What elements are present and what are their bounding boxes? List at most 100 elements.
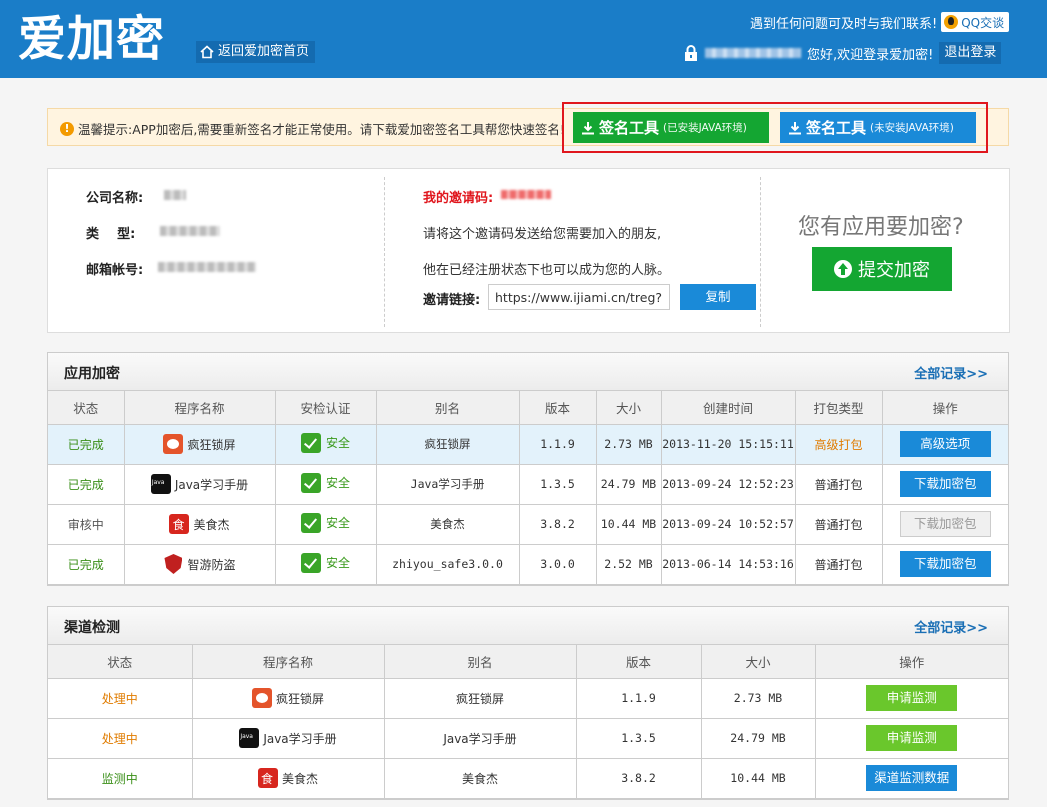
column-header: 安检认证 (275, 391, 377, 425)
encrypt-table: 状态 程序名称 安检认证 别名 版本 大小 创建时间 打包类型 操作 已完成 疯狂锁屏 安全 疯狂锁屏… (48, 391, 1008, 585)
version-cell: 3.0.0 (519, 544, 597, 585)
channel-table: 状态 程序名称 别名 版本 大小 操作 处理中 疯狂锁屏 疯狂锁屏 1.1.9 2.73 MB 申请… (48, 645, 1008, 799)
app-food-icon (257, 768, 278, 788)
version-cell: 3.8.2 (519, 504, 597, 545)
app-name-cell: 疯狂锁屏 (125, 434, 275, 454)
shield-check-icon (300, 512, 321, 533)
logout-link[interactable]: 退出登录 (939, 42, 1002, 64)
action-button[interactable]: 渠道监测数据 (866, 765, 958, 791)
pack-type-cell: 高级打包 (795, 424, 883, 465)
download-icon (582, 121, 594, 134)
status-cell: 已完成 (48, 544, 125, 585)
safe-label: 安全 (325, 556, 350, 570)
created-cell: 2013-11-20 15:15:11 (661, 424, 796, 465)
table-row: 已完成Java学习手册安全Java学习手册1.3.524.79 MB2013-0… (48, 464, 1008, 505)
status-cell: 已完成 (48, 464, 125, 505)
pack-type-cell: 普通打包 (795, 544, 883, 585)
app-name: Java学习手册 (263, 731, 337, 746)
action-button[interactable]: 下载加密包 (899, 471, 991, 497)
safe-badge: 安全 (300, 432, 350, 453)
column-header: 创建时间 (661, 391, 796, 425)
safe-badge: 安全 (300, 512, 350, 533)
download-icon (789, 121, 801, 134)
app-java-icon (150, 474, 171, 494)
submit-encrypt-label: 提交加密 (858, 260, 930, 281)
tip-message: ! 温馨提示:APP加密后,需要重新签名才能正常使用。请下载爱加密签名工具帮您快… (60, 119, 565, 138)
alias-cell: Java学习手册 (376, 464, 520, 505)
invite-hint-1: 请将这个邀请码发送给您需要加入的朋友, (423, 227, 662, 242)
qq-chat-button[interactable]: QQ交谈 (941, 12, 1010, 32)
app-name-cell: 美食杰 (193, 768, 384, 788)
type-label: 类 型: (86, 227, 136, 242)
app-name-cell: Java学习手册 (193, 728, 384, 748)
column-header: 打包类型 (795, 391, 883, 425)
column-header: 操作 (815, 645, 1008, 679)
action-button[interactable]: 高级选项 (899, 431, 991, 457)
column-header: 程序名称 (192, 645, 385, 679)
section-header: 渠道检测 全部记录>> (48, 607, 1008, 645)
app-name: 疯狂锁屏 (187, 437, 236, 452)
program-cell: Java学习手册 (192, 718, 385, 759)
home-link[interactable]: 返回爱加密首页 (196, 41, 316, 63)
created-cell: 2013-09-24 12:52:23 (661, 464, 796, 505)
table-row: 已完成 疯狂锁屏 安全 疯狂锁屏 1.1.9 2.73 MB 2013-11-20 15:1… (48, 424, 1008, 465)
pack-type-cell: 普通打包 (795, 504, 883, 545)
safe-badge: 安全 (300, 552, 350, 573)
action-cell: 下载加密包 (882, 504, 1008, 545)
action-cell: 下载加密包 (882, 464, 1008, 505)
program-cell: Java学习手册 (124, 464, 276, 505)
size-cell: 2.73 MB (596, 424, 662, 465)
alias-cell: 美食杰 (384, 758, 577, 799)
size-cell: 10.44 MB (701, 758, 816, 799)
section-header: 应用加密 全部记录>> (48, 353, 1008, 391)
lock-icon (685, 45, 697, 61)
all-records-link[interactable]: 全部记录>> (914, 363, 988, 382)
email-value-redacted (158, 262, 256, 272)
copy-button[interactable]: 复制 (680, 284, 756, 310)
top-header: 爱加密 返回爱加密首页 遇到任何问题可及时与我们联系! QQ交谈 您好,欢迎登录… (0, 0, 1047, 78)
action-button[interactable]: 申请监测 (866, 725, 958, 751)
invite-link-input[interactable] (488, 284, 670, 310)
column-header: 大小 (701, 645, 816, 679)
app-name: Java学习手册 (174, 477, 249, 492)
app-name-cell: 美食杰 (125, 514, 275, 534)
created-cell: 2013-09-24 10:52:57 (661, 504, 796, 545)
all-records-link[interactable]: 全部记录>> (914, 617, 988, 636)
column-header: 别名 (384, 645, 577, 679)
version-cell: 1.1.9 (576, 678, 702, 719)
help-area: 遇到任何问题可及时与我们联系! QQ交谈 (750, 12, 1010, 32)
sign-tool-note: (未安装JAVA环境) (870, 122, 954, 134)
tip-text: 温馨提示:APP加密后,需要重新签名才能正常使用。请下载爱加密签名工具帮您快速签… (78, 122, 565, 137)
app-java-icon (239, 728, 260, 748)
cert-cell: 安全 (275, 544, 377, 585)
size-cell: 2.73 MB (701, 678, 816, 719)
column-header: 状态 (48, 391, 125, 425)
logo[interactable]: 爱加密 (18, 10, 165, 68)
shield-check-icon (300, 472, 321, 493)
action-button[interactable]: 申请监测 (866, 685, 958, 711)
status-cell: 处理中 (48, 718, 193, 759)
user-area: 您好,欢迎登录爱加密! 退出登录 (683, 42, 1002, 64)
sign-tool-java-button[interactable]: 签名工具 (已安装JAVA环境) (573, 112, 769, 143)
sign-tool-nojava-button[interactable]: 签名工具 (未安装JAVA环境) (780, 112, 976, 143)
submit-encrypt-button[interactable]: 提交加密 (812, 247, 952, 291)
divider (384, 177, 385, 327)
invite-link-label: 邀请链接: (423, 293, 481, 308)
invite-hint-2: 他在已经注册状态下也可以成为您的人脉。 (423, 263, 671, 278)
action-button[interactable]: 下载加密包 (899, 551, 991, 577)
column-header: 状态 (48, 645, 193, 679)
cta-title: 您有应用要加密? (798, 215, 964, 240)
action-cell: 申请监测 (815, 678, 1008, 719)
alias-cell: 疯狂锁屏 (376, 424, 520, 465)
version-cell: 1.3.5 (519, 464, 597, 505)
safe-badge: 安全 (300, 472, 350, 493)
column-header: 操作 (882, 391, 1008, 425)
app-name-cell: 智游防盗 (125, 554, 275, 574)
channel-detect-section: 渠道检测 全部记录>> 状态 程序名称 别名 版本 大小 操作 处理中 疯狂锁屏 疯狂锁屏 1.… (47, 606, 1009, 800)
app-pig-icon (163, 434, 184, 454)
program-cell: 美食杰 (192, 758, 385, 799)
status-cell: 审核中 (48, 504, 125, 545)
invite-code-redacted (501, 190, 551, 199)
table-row: 审核中美食杰安全美食杰3.8.210.44 MB2013-09-24 10:52… (48, 504, 1008, 545)
shield-check-icon (300, 432, 321, 453)
